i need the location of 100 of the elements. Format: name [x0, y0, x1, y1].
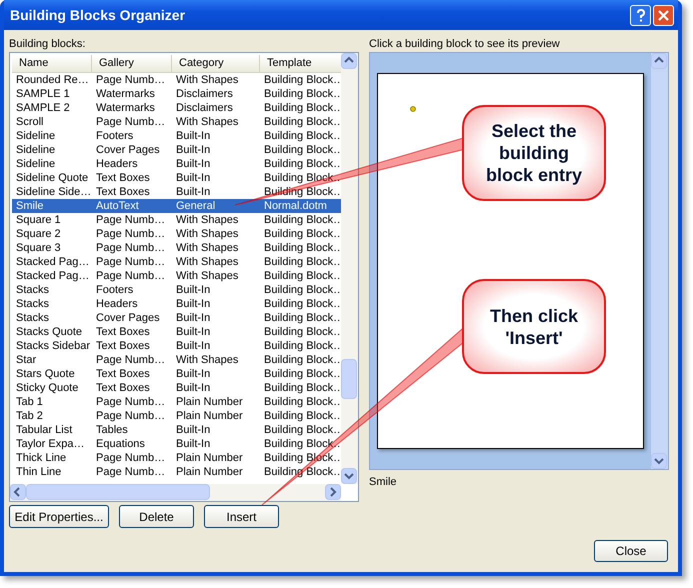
- list-row[interactable]: Stars Quote Text Boxes Built-In Building Block…: [12, 367, 341, 381]
- column-header[interactable]: Gallery: [92, 55, 172, 72]
- table-cell-text: Built-In: [175, 381, 212, 395]
- scroll-thumb[interactable]: [341, 359, 357, 399]
- preview-caption: Smile: [369, 475, 398, 490]
- table-cell-text: Stacks: [15, 311, 50, 325]
- dialog-button[interactable]: Insert: [204, 505, 279, 528]
- help-button[interactable]: [630, 4, 651, 26]
- table-cell-text: With Shapes: [175, 241, 240, 255]
- table-cell-text: Building Block…: [263, 353, 341, 367]
- scroll-up-button[interactable]: [651, 53, 667, 69]
- list-row[interactable]: Tab 2 Page Numb… Plain Number Building Block…: [12, 409, 341, 423]
- scroll-left-button[interactable]: [10, 484, 26, 500]
- scroll-thumb[interactable]: [26, 484, 210, 500]
- table-cell-text: With Shapes: [175, 73, 240, 87]
- table-cell-text: Tables: [95, 423, 129, 437]
- scroll-up-button[interactable]: [341, 53, 357, 69]
- list-row[interactable]: Rounded Re… Page Numb… With Shapes Building Block…: [12, 73, 341, 87]
- table-cell-text: Built-In: [175, 297, 212, 311]
- table-cell-text: Sticky Quote: [15, 381, 80, 395]
- list-row[interactable]: Smile AutoText General Normal.dotm: [12, 199, 341, 213]
- table-cell-text: Page Numb…: [95, 353, 166, 367]
- list-row[interactable]: Tabular List Tables Built-In Building Block…: [12, 423, 341, 437]
- table-cell-text: Tab 1: [15, 395, 44, 409]
- list-row[interactable]: Sticky Quote Text Boxes Built-In Building Block…: [12, 381, 341, 395]
- table-cell-text: Plain Number: [175, 395, 244, 409]
- table-cell-text: Scroll: [15, 115, 45, 129]
- table-cell-text: Text Boxes: [95, 381, 151, 395]
- column-header[interactable]: Category: [172, 55, 260, 72]
- list-row[interactable]: SAMPLE 1 Watermarks Disclaimers Building Block…: [12, 87, 341, 101]
- close-button[interactable]: Close: [594, 540, 668, 562]
- column-header[interactable]: Name: [12, 55, 92, 72]
- list-row[interactable]: Stacks Footers Built-In Building Block…: [12, 283, 341, 297]
- list-row[interactable]: Star Page Numb… With Shapes Building Block…: [12, 353, 341, 367]
- preview-scrollbar[interactable]: [651, 53, 668, 469]
- table-cell-text: Building Block…: [263, 87, 341, 101]
- table-cell-text: Sideline: [15, 129, 56, 143]
- table-cell-text: Text Boxes: [95, 339, 151, 353]
- table-cell-text: Page Numb…: [95, 115, 166, 129]
- scroll-right-button[interactable]: [325, 484, 341, 500]
- vertical-scrollbar[interactable]: [341, 53, 358, 484]
- table-cell-text: Building Block…: [263, 73, 341, 87]
- list-row[interactable]: Stacked Pag… Page Numb… With Shapes Building Block…: [12, 269, 341, 283]
- table-cell-text: Watermarks: [95, 101, 156, 115]
- table-cell-text: With Shapes: [175, 255, 240, 269]
- horizontal-scrollbar[interactable]: [10, 484, 341, 501]
- list-row[interactable]: Scroll Page Numb… With Shapes Building Block…: [12, 115, 341, 129]
- table-cell-text: Building Block…: [263, 325, 341, 339]
- table-cell-text: Building Block…: [263, 297, 341, 311]
- list-row[interactable]: SAMPLE 2 Watermarks Disclaimers Building Block…: [12, 101, 341, 115]
- list-row[interactable]: Square 1 Page Numb… With Shapes Building Block…: [12, 213, 341, 227]
- table-cell-text: Page Numb…: [95, 227, 166, 241]
- close-icon: [658, 10, 669, 20]
- list-row[interactable]: Stacks Quote Text Boxes Built-In Building Block…: [12, 325, 341, 339]
- table-cell-text: Building Block…: [263, 269, 341, 283]
- list-row[interactable]: Stacks Cover Pages Built-In Building Block…: [12, 311, 341, 325]
- table-cell-text: Built-In: [175, 283, 212, 297]
- table-cell-text: Text Boxes: [95, 367, 151, 381]
- list-row[interactable]: Sideline Headers Built-In Building Block…: [12, 157, 341, 171]
- table-cell-text: Building Block…: [263, 227, 341, 241]
- list-row[interactable]: Tab 1 Page Numb… Plain Number Building Block…: [12, 395, 341, 409]
- table-cell-text: Square 1: [15, 213, 62, 227]
- table-cell-text: Disclaimers: [175, 87, 234, 101]
- table-cell-text: Built-In: [175, 185, 212, 199]
- list-row[interactable]: Sideline Cover Pages Built-In Building Block…: [12, 143, 341, 157]
- table-cell-text: Built-In: [175, 325, 212, 339]
- table-cell-text: Page Numb…: [95, 241, 166, 255]
- scroll-down-button[interactable]: [651, 453, 667, 469]
- table-cell-text: Building Block…: [263, 381, 341, 395]
- table-cell-text: General: [175, 199, 216, 213]
- table-cell-text: Cover Pages: [95, 311, 161, 325]
- dialog-button[interactable]: Edit Properties...: [9, 505, 109, 528]
- table-cell-text: Sideline: [15, 157, 56, 171]
- list-row[interactable]: Square 2 Page Numb… With Shapes Building Block…: [12, 227, 341, 241]
- table-cell-text: Square 3: [15, 241, 62, 255]
- table-cell-text: Page Numb…: [95, 465, 166, 479]
- table-cell-text: Plain Number: [175, 465, 244, 479]
- table-cell-text: Square 2: [15, 227, 62, 241]
- table-cell-text: With Shapes: [175, 269, 240, 283]
- table-cell-text: Normal.dotm: [263, 199, 328, 213]
- list-row[interactable]: Sideline Footers Built-In Building Block…: [12, 129, 341, 143]
- table-cell-text: Building Block…: [263, 157, 341, 171]
- table-cell-text: Building Block…: [263, 283, 341, 297]
- list-row[interactable]: Stacks Sidebar Text Boxes Built-In Building Block…: [12, 339, 341, 353]
- scroll-down-button[interactable]: [341, 468, 357, 484]
- table-cell-text: Text Boxes: [95, 325, 151, 339]
- list-row[interactable]: Stacks Headers Built-In Building Block…: [12, 297, 341, 311]
- window-title: Building Blocks Organizer: [9, 6, 186, 25]
- table-cell-text: Stacks Quote: [15, 325, 84, 339]
- list-label: Building blocks:: [9, 37, 86, 52]
- table-cell-text: SAMPLE 2: [15, 101, 71, 115]
- table-cell-text: SAMPLE 1: [15, 87, 71, 101]
- close-window-button[interactable]: [653, 4, 674, 26]
- table-cell-text: Stacks Sidebar: [15, 339, 91, 353]
- table-cell-text: Building Block…: [263, 395, 341, 409]
- list-row[interactable]: Square 3 Page Numb… With Shapes Building Block…: [12, 241, 341, 255]
- list-row[interactable]: Stacked Pag… Page Numb… With Shapes Building Block…: [12, 255, 341, 269]
- table-cell-text: Taylor Expa…: [15, 437, 86, 451]
- dialog-button[interactable]: Delete: [119, 505, 194, 528]
- table-cell-text: Page Numb…: [95, 409, 166, 423]
